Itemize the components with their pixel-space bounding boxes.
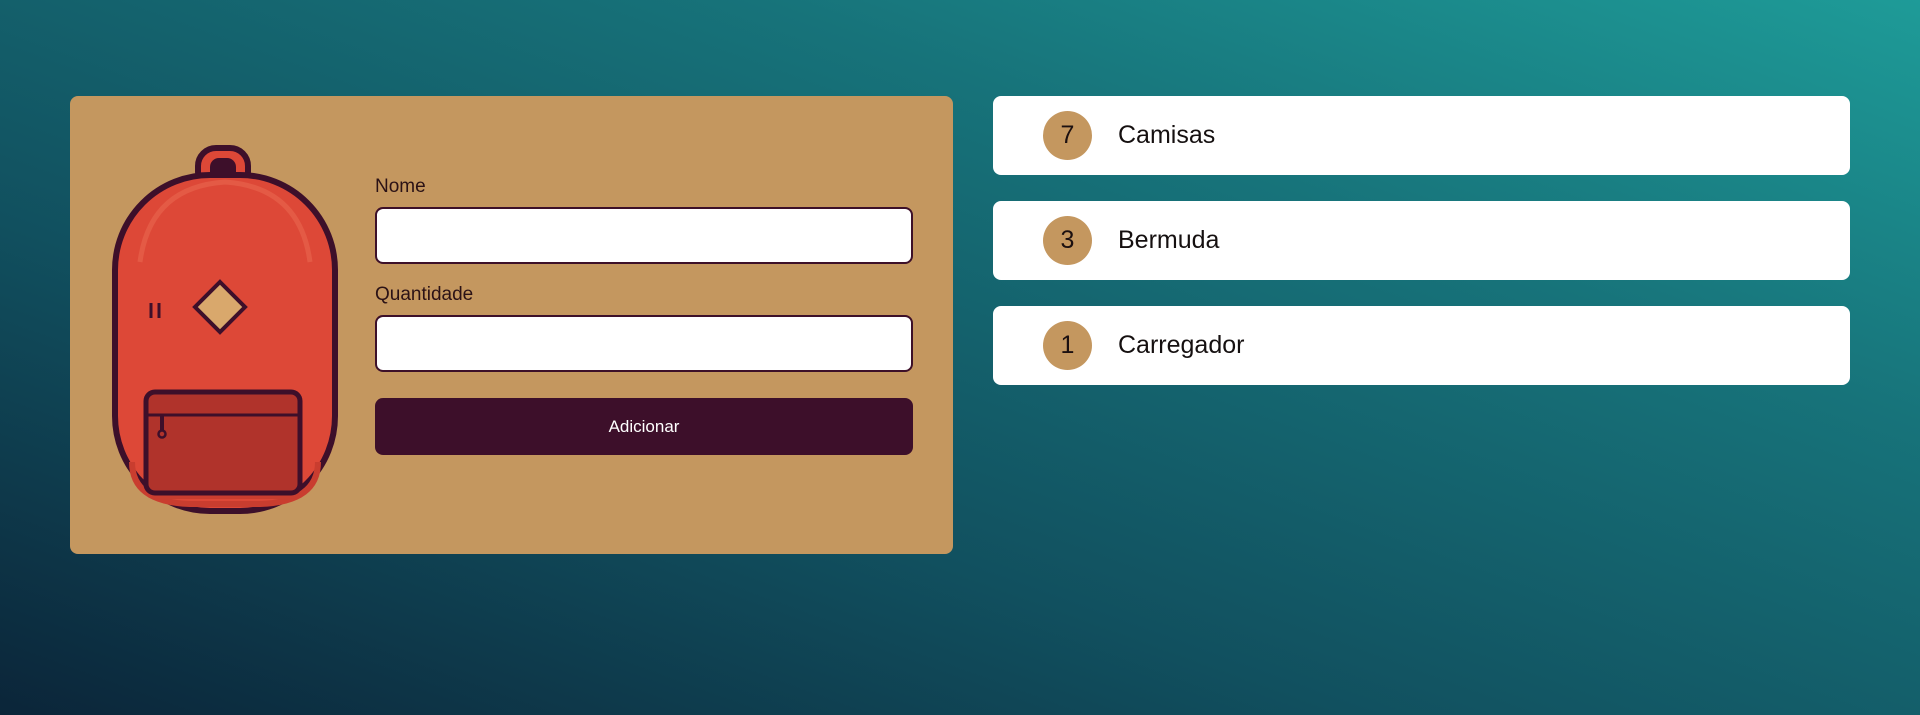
item-quantity-badge: 7 [1043, 111, 1092, 160]
quantity-field-group: Quantidade [375, 284, 913, 372]
list-item: 1 Carregador [993, 306, 1850, 385]
list-item: 3 Bermuda [993, 201, 1850, 280]
items-list: 7 Camisas 3 Bermuda 1 Carregador [993, 96, 1850, 411]
item-quantity-badge: 1 [1043, 321, 1092, 370]
item-name: Carregador [1118, 331, 1245, 359]
form-card: Nome Quantidade Adicionar [70, 96, 953, 554]
item-name: Camisas [1118, 121, 1216, 149]
quantity-label: Quantidade [375, 284, 474, 305]
add-button[interactable]: Adicionar [375, 398, 913, 455]
add-item-form: Nome Quantidade Adicionar [375, 176, 913, 455]
item-quantity-badge: 3 [1043, 216, 1092, 265]
list-item: 7 Camisas [993, 96, 1850, 175]
quantity-input[interactable] [375, 315, 913, 372]
name-field-group: Nome [375, 176, 913, 264]
item-name: Bermuda [1118, 226, 1220, 254]
backpack-pocket [143, 389, 303, 496]
name-label: Nome [375, 176, 426, 197]
name-input[interactable] [375, 207, 913, 264]
backpack-illustration [112, 145, 338, 514]
